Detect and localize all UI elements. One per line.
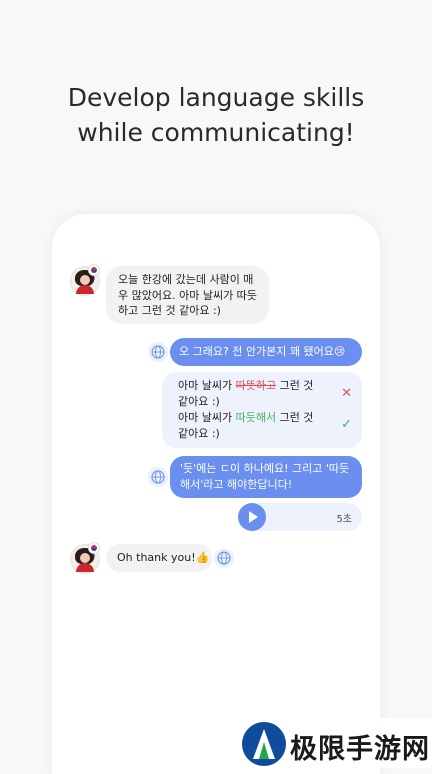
outgoing-message-bubble[interactable]: '듯'에는 ㄷ이 하나예요! 그리고 '따듯 해서'라고 해야한답니다! (170, 456, 362, 498)
headline-line-2: while communicating! (77, 118, 355, 147)
error-text: 따뜻하고 (235, 379, 277, 392)
incoming-message-bubble[interactable]: 오늘 한강에 갔는데 사람이 매 우 많았어요. 아마 날씨가 따듯 하고 그런… (106, 266, 269, 324)
correct-check-icon: ✓ (341, 417, 352, 432)
watermark-text: 极限手游网 (290, 734, 430, 765)
voice-duration: 5초 (336, 514, 352, 525)
original-sentence: 아마 날씨가 따뜻하고 그런 것 같아요 :) (178, 379, 314, 408)
message-line: 하고 그런 것 같아요 :) (118, 304, 221, 317)
corrected-sentence: 아마 날씨가 따듯해서 그런 것 같아요 :) (178, 411, 314, 440)
message-text: Oh thank you!👍 (117, 551, 210, 564)
watermark-logo-icon (242, 722, 286, 766)
outgoing-message-bubble[interactable]: 오 그래요? 전 안가본지 꽤 됐어요😢 (170, 338, 362, 366)
headline: Develop language skills while communicat… (0, 80, 432, 150)
message-line: 오늘 한강에 갔는데 사람이 매 (118, 273, 254, 286)
translate-globe-icon[interactable] (214, 548, 234, 568)
watermark: 极限手游网 (240, 718, 432, 768)
voice-message[interactable]: 5초 (238, 503, 362, 531)
incoming-message-bubble[interactable]: Oh thank you!👍 (106, 544, 212, 572)
message-line: '듯'에는 ㄷ이 하나예요! 그리고 '따듯 (180, 462, 350, 475)
fix-text: 따듯해서 (235, 411, 277, 424)
message-line: 우 많았어요. 아마 날씨가 따듯 (118, 288, 257, 302)
message-text: 오 그래요? 전 안가본지 꽤 됐어요😢 (179, 345, 346, 358)
wrong-x-icon: ✕ (341, 386, 352, 401)
korean-flag-icon (88, 542, 100, 554)
play-icon[interactable] (238, 503, 266, 531)
korean-flag-icon (88, 264, 100, 276)
translate-globe-icon[interactable] (148, 342, 168, 362)
headline-line-1: Develop language skills (67, 83, 365, 112)
correction-card[interactable]: 아마 날씨가 따뜻하고 그런 것 같아요 :) ✕ 아마 날씨가 따듯해서 그런… (162, 372, 362, 448)
translate-globe-icon[interactable] (148, 467, 168, 487)
message-line: 해서'라고 해야한답니다! (180, 478, 293, 491)
